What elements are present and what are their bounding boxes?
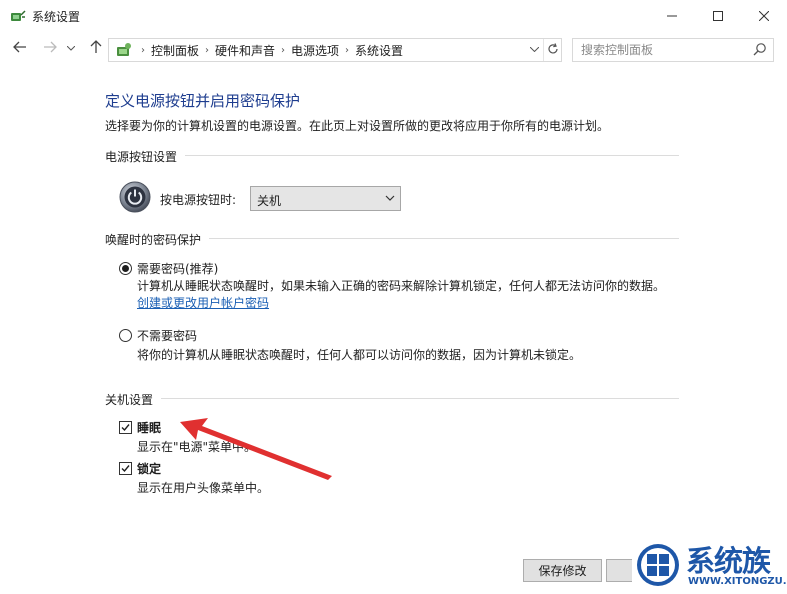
chevron-right-icon: › [345,44,350,56]
require-password-radio[interactable] [119,262,132,275]
wake-password-section-heading: 唤醒时的密码保护 [105,231,210,248]
refresh-button[interactable] [543,39,561,61]
breadcrumb-power-options[interactable]: 电源选项 [291,42,339,59]
chevron-down-icon [529,45,539,55]
arrow-up-icon [90,40,102,58]
check-icon [121,465,130,473]
power-options-app-icon [10,8,26,24]
no-password-label[interactable]: 不需要密码 [137,327,197,344]
page-title: 定义电源按钮并启用密码保护 [105,92,301,110]
no-password-radio[interactable] [119,329,132,342]
page-description: 选择要为你的计算机设置的电源设置。在此页上对设置所做的更改将应用于你所有的电源计… [105,119,610,133]
sleep-checkbox[interactable] [119,421,132,434]
breadcrumb-system-settings[interactable]: 系统设置 [355,42,403,59]
close-button[interactable] [741,0,787,32]
title-bar: 系统设置 [0,0,787,32]
forward-button[interactable] [38,38,62,60]
require-password-label[interactable]: 需要密码(推荐) [137,260,218,277]
recent-locations-button[interactable] [64,38,78,60]
create-change-password-link[interactable]: 创建或更改用户帐户密码 [137,294,269,311]
power-button-action-label: 按电源按钮时: [160,193,237,207]
chevron-right-icon: › [141,44,145,56]
address-history-button[interactable] [525,39,543,61]
refresh-icon [547,42,559,58]
search-input[interactable] [573,39,753,61]
arrow-right-icon [43,41,57,57]
power-button-section-heading: 电源按钮设置 [105,148,186,165]
save-changes-button[interactable]: 保存修改 [523,559,602,582]
arrow-left-icon [13,41,27,57]
breadcrumb-hardware-sound[interactable]: 硬件和声音 [215,42,275,59]
chevron-right-icon: › [205,44,210,56]
chevron-down-icon [385,191,395,208]
annotation-arrow [180,418,332,480]
search-icon[interactable] [753,42,769,58]
lock-checkbox[interactable] [119,462,132,475]
watermark-url: WWW.XITONGZU.COM [688,576,787,587]
power-button-action-value: 关机 [257,194,282,208]
section-divider [105,398,679,399]
chevron-right-icon: › [281,44,286,56]
section-divider [105,155,679,156]
require-password-description: 计算机从睡眠状态唤醒时，如果未输入正确的密码来解除计算机锁定，任何人都无法访问你… [137,279,666,293]
windows-logo-icon [636,542,680,588]
power-button-action-dropdown[interactable]: 关机 [250,186,401,211]
shutdown-section-heading: 关机设置 [105,391,162,408]
minimize-button[interactable] [649,0,695,32]
check-icon [121,424,130,432]
no-password-description: 将你的计算机从睡眠状态唤醒时，任何人都可以访问你的数据，因为计算机未锁定。 [137,348,582,362]
lock-label[interactable]: 锁定 [137,460,161,477]
search-box[interactable] [572,38,774,62]
address-bar[interactable]: › 控制面板 › 硬件和声音 › 电源选项 › 系统设置 [108,38,562,62]
up-button[interactable] [86,38,106,60]
watermark-title: 系统族 [686,544,771,578]
maximize-button[interactable] [695,0,741,32]
window-title: 系统设置 [32,10,81,24]
sleep-label[interactable]: 睡眠 [137,419,161,436]
control-panel-icon [113,39,135,61]
back-button[interactable] [8,38,32,60]
breadcrumb-control-panel[interactable]: 控制面板 [151,42,199,59]
navigation-bar: › 控制面板 › 硬件和声音 › 电源选项 › 系统设置 [0,32,787,66]
chevron-down-icon [66,44,76,54]
watermark: 系统族 WWW.XITONGZU.COM [632,538,787,594]
power-icon [119,181,151,213]
